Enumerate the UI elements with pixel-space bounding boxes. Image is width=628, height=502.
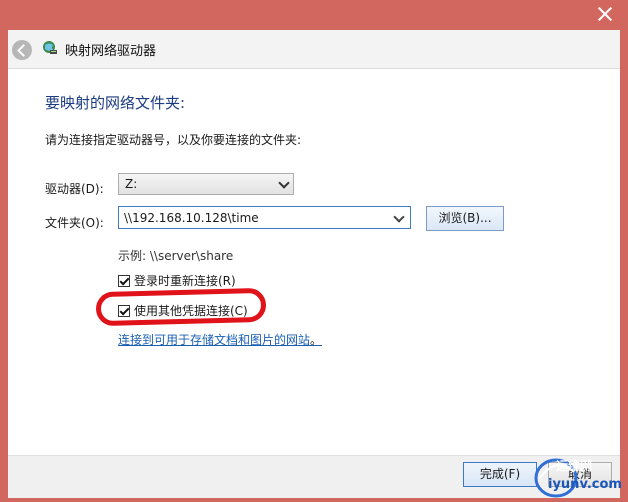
finish-button[interactable]: 完成(F) [463,462,537,487]
dialog-header: 映射网络驱动器 [8,30,620,69]
dialog-footer: 完成(F) 取消 [8,455,620,498]
reconnect-checkbox[interactable] [118,274,130,287]
browse-button[interactable]: 浏览(B)... [426,206,504,231]
drive-select-value: Z: [125,177,138,191]
folder-input[interactable]: \\192.168.10.128\time [118,206,411,229]
dialog-window: 映射网络驱动器 要映射的网络文件夹: 请为连接指定驱动器号，以及你要连接的文件夹… [0,0,628,502]
instructions-text: 请为连接指定驱动器号，以及你要连接的文件夹: [45,133,302,147]
watermark-text-top: 运维网 [556,459,593,473]
network-drive-icon [43,41,57,54]
watermark-logo [534,458,578,498]
example-text: 示例: \\server\share [118,249,234,263]
watermark-text-bottom: iyunv.com [548,477,622,492]
website-link-text[interactable]: 连接到可用于存储文档和图片的网站 [118,333,310,347]
reconnect-checkbox-row[interactable]: 登录时重新连接(R) [118,272,236,289]
folder-input-value: \\192.168.10.128\time [124,211,259,225]
red-annotation-oval [95,287,267,327]
dialog-title: 映射网络驱动器 [65,44,157,59]
drive-label: 驱动器(D): [45,182,104,196]
chevron-down-icon [278,177,290,189]
website-link[interactable]: 连接到可用于存储文档和图片的网站。 [118,331,322,348]
title-bar [0,0,628,30]
dialog-content: 要映射的网络文件夹: 请为连接指定驱动器号，以及你要连接的文件夹: 驱动器(D)… [8,69,620,455]
close-icon[interactable] [596,5,614,23]
page-heading: 要映射的网络文件夹: [45,94,186,112]
link-suffix: 。 [310,333,323,347]
folder-label: 文件夹(O): [45,216,104,230]
drive-select[interactable]: Z: [118,173,294,195]
chevron-down-icon[interactable] [393,211,405,223]
back-arrow-icon[interactable] [12,40,32,60]
reconnect-label[interactable]: 登录时重新连接(R) [134,272,236,289]
